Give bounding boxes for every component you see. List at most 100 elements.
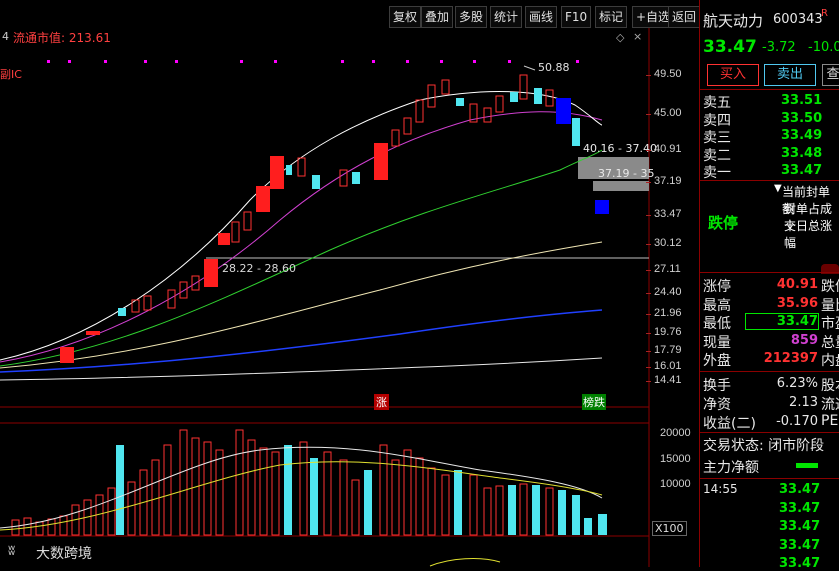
stat-label: 最低: [703, 316, 731, 332]
ask-level-price: 33.50: [781, 110, 823, 126]
stat-value: 2.13: [789, 395, 818, 410]
main-flow-label: 主力净额: [703, 460, 759, 476]
stat-value: 6.23%: [776, 376, 818, 391]
stat-value: 33.47: [745, 313, 819, 330]
more-button[interactable]: 查: [822, 64, 839, 86]
limit-status: 跌停: [708, 214, 739, 232]
marker-dots: [47, 60, 579, 63]
ask-level-price: 33.47: [781, 163, 823, 178]
high-price-label: 50.88: [538, 61, 570, 74]
price-change-pct: -10.00: [808, 40, 839, 55]
price-tick-mark: [646, 75, 651, 76]
candlestick-chart: [0, 28, 650, 567]
separator: [700, 371, 839, 372]
stat-label: 涨停: [703, 279, 731, 295]
stat-value: -0.170: [776, 414, 818, 429]
stat-extra: PE: [821, 413, 839, 429]
volume-tick: 20000: [660, 427, 691, 439]
stat-value: 40.91: [776, 277, 818, 292]
price-tick: 33.47: [654, 208, 682, 220]
stock-name: 航天动力: [703, 12, 764, 30]
ask-level-label: 卖一: [703, 165, 731, 181]
tick-price: 33.47: [779, 482, 821, 497]
tick-price: 33.47: [779, 500, 821, 516]
stat-label: 换手: [703, 378, 731, 394]
stock-code: 600343: [773, 12, 823, 27]
price-tick: 17.79: [654, 344, 682, 356]
separator: [700, 272, 839, 273]
toolbar-button-2[interactable]: 多股: [455, 6, 488, 28]
stat-extra: 股本: [821, 378, 839, 394]
price-tick-mark: [646, 351, 651, 352]
toolbar-button-5[interactable]: F10: [561, 6, 592, 28]
stock-flag: R: [821, 8, 828, 19]
price-level-1: 40.16 - 37.40: [583, 142, 657, 155]
ask-level-price: 33.51: [781, 93, 823, 108]
tick-price: 33.47: [779, 537, 821, 553]
toolbar-button-4[interactable]: 画线: [525, 6, 558, 28]
separator: [700, 432, 839, 433]
price-tick: 30.12: [654, 237, 682, 249]
stat-extra: 量比: [821, 297, 839, 314]
price-tick-mark: [646, 333, 651, 334]
stat-extra: 市盈: [821, 316, 839, 332]
watermark-logo-icon: ʬ: [8, 543, 16, 559]
price-tick-mark: [646, 270, 651, 271]
tick-price: 33.47: [779, 519, 821, 534]
volume-tick: 10000: [660, 478, 691, 490]
toolbar-button-0[interactable]: 复权: [389, 6, 422, 28]
stat-label: 现量: [703, 334, 731, 351]
price-tick: 37.19: [654, 175, 682, 187]
price-tick-mark: [646, 215, 651, 216]
stat-extra: 内盘: [821, 353, 839, 369]
stat-extra: 流通: [821, 397, 839, 413]
panel-divider: [699, 0, 700, 567]
price-tick-mark: [646, 114, 651, 115]
toolbar-button-1[interactable]: 叠加: [421, 6, 454, 28]
price-tick-mark: [646, 150, 651, 151]
price-tick-mark: [646, 381, 651, 382]
support-level: 28.22 - 28.60: [222, 262, 296, 275]
stat-value: 35.96: [776, 295, 818, 311]
buy-button[interactable]: 买入: [707, 64, 759, 86]
tag-bangdie: 榜跌: [582, 394, 606, 410]
price-tick: 19.76: [654, 326, 682, 338]
stat-value: 212397: [763, 351, 818, 366]
price-tick: 45.00: [654, 107, 682, 119]
stat-label: 最高: [703, 297, 731, 314]
toolbar-button-8[interactable]: 返回: [668, 6, 701, 28]
price-tick: 21.96: [654, 307, 682, 319]
stat-extra: 跌停: [821, 279, 839, 295]
tick-price: 33.47: [779, 556, 821, 571]
main-flow-bar: [796, 463, 818, 468]
ask-level-price: 33.49: [781, 128, 823, 143]
trade-status: 交易状态: 闭市阶段: [703, 438, 825, 454]
limit-marker-icon: ▼: [774, 183, 782, 194]
separator: [700, 89, 839, 90]
volume-bars: [11, 429, 607, 536]
separator: [700, 478, 839, 479]
price-tick: 14.41: [654, 374, 682, 386]
price-tick: 40.91: [654, 143, 682, 155]
price-tick-mark: [646, 367, 651, 368]
price-tick-mark: [646, 293, 651, 294]
price-level-2: 37.19 - 35: [598, 167, 655, 180]
price-tick-mark: [646, 314, 651, 315]
current-price: 33.47: [703, 37, 757, 57]
sell-button[interactable]: 卖出: [764, 64, 816, 86]
stat-value: 859: [790, 332, 818, 348]
watermark-text: 大数跨境: [36, 546, 92, 562]
volume-unit: X100: [652, 521, 687, 536]
toolbar-button-3[interactable]: 统计: [490, 6, 523, 28]
price-tick: 49.50: [654, 68, 682, 80]
tick-time: 14:55: [703, 482, 738, 496]
toolbar-button-6[interactable]: 标记: [595, 6, 628, 28]
price-tick-mark: [646, 244, 651, 245]
price-tick: 16.01: [654, 360, 682, 372]
volume-tick: 15000: [660, 453, 691, 465]
stat-label: 外盘: [703, 353, 731, 369]
price-tick: 27.11: [654, 263, 681, 275]
candles: [60, 74, 609, 363]
ask-level-price: 33.48: [781, 145, 823, 161]
limit-line-3: 十日总涨幅: [784, 219, 833, 250]
